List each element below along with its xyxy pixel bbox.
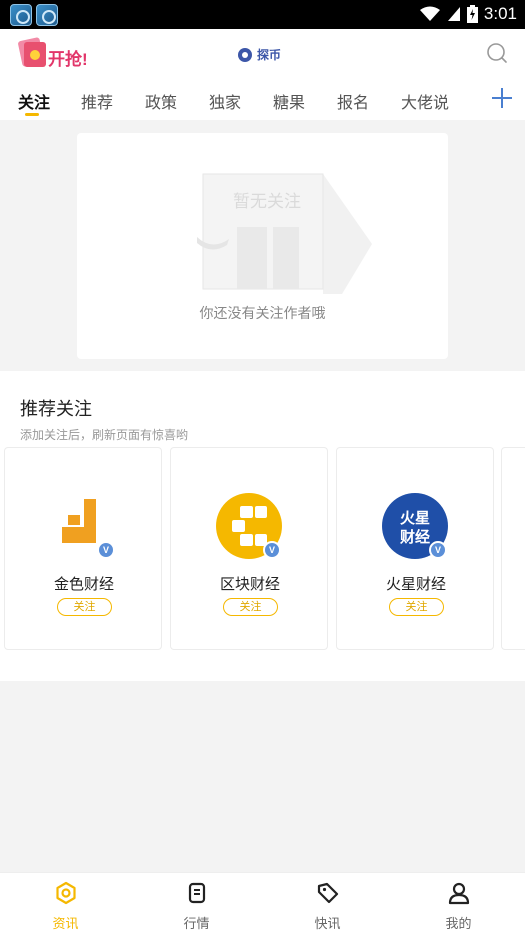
status-time: 3:01: [483, 4, 517, 23]
author-card[interactable]: 火星 财经 V 火星财经 关注: [336, 447, 494, 650]
category-tabs: 关注 推荐 政策 独家 糖果 报名 大佬说: [0, 77, 525, 120]
battery-icon: [466, 5, 478, 23]
verified-badge: V: [97, 541, 115, 559]
app-header: 开抢! 探币: [0, 29, 525, 77]
author-name: 金色财经: [53, 575, 114, 593]
recommend-section: 推荐关注 添加关注后，刷新页面有惊喜哟 V 金色财经 关注 V 区块财经 关注 …: [0, 371, 525, 681]
brand-logo-icon: [238, 47, 252, 62]
tab-follow[interactable]: 关注: [18, 89, 50, 113]
section-subtitle: 添加关注后，刷新页面有惊喜哟: [20, 428, 189, 442]
author-card[interactable]: V 金色财经 关注: [4, 447, 162, 650]
tag-icon: [317, 882, 339, 904]
bottom-navigation: 资讯 行情 快讯 我的: [0, 872, 525, 934]
author-card[interactable]: V 区块财经 关注: [170, 447, 328, 650]
svg-text:火星: 火星: [400, 509, 430, 527]
follow-button[interactable]: 关注: [223, 598, 278, 616]
nav-flash[interactable]: 快讯: [262, 873, 393, 934]
nav-flash-label: 快讯: [314, 917, 341, 932]
follow-feed: 暂无关注 你还没有关注作者哦: [0, 120, 525, 370]
notification-app-icon: [10, 4, 32, 26]
profile-icon: [448, 882, 470, 905]
empty-state-message: 你还没有关注作者哦: [199, 306, 326, 322]
nav-news-label: 资讯: [52, 917, 79, 932]
brand-logo: 探币: [238, 46, 281, 63]
nav-profile[interactable]: 我的: [393, 873, 524, 934]
tab-candy[interactable]: 糖果: [273, 89, 305, 113]
tab-exclusive[interactable]: 独家: [209, 89, 241, 113]
brand-name: 探币: [257, 48, 282, 62]
author-card-partial[interactable]: [501, 447, 525, 650]
promo-label[interactable]: 开抢!: [48, 45, 88, 70]
signal-icon: [447, 7, 460, 21]
tab-policy[interactable]: 政策: [145, 89, 177, 113]
nav-market[interactable]: 行情: [131, 873, 262, 934]
tab-recommend[interactable]: 推荐: [81, 89, 113, 113]
tab-bigshot[interactable]: 大佬说: [401, 89, 449, 113]
author-name: 区块财经: [219, 575, 280, 593]
active-tab-indicator: [25, 113, 39, 116]
market-icon: [188, 882, 206, 904]
nav-profile-label: 我的: [445, 917, 472, 932]
empty-state-card: 暂无关注 你还没有关注作者哦: [77, 133, 448, 359]
follow-button[interactable]: 关注: [389, 598, 444, 616]
section-title: 推荐关注: [20, 399, 92, 420]
nav-market-label: 行情: [183, 917, 210, 932]
add-tab-icon[interactable]: [491, 87, 513, 109]
status-bar: 3:01: [0, 0, 525, 29]
nav-news[interactable]: 资讯: [0, 873, 131, 934]
news-icon: [56, 881, 76, 905]
verified-badge: V: [429, 541, 447, 559]
wifi-icon: [419, 6, 440, 21]
notification-app-icon: [36, 4, 58, 26]
empty-illustration-text: 暂无关注: [233, 192, 301, 212]
search-icon[interactable]: [485, 41, 509, 65]
red-packet-icon[interactable]: [16, 36, 48, 68]
tab-signup[interactable]: 报名: [337, 89, 369, 113]
author-name: 火星财经: [385, 575, 446, 593]
svg-text:财经: 财经: [400, 528, 430, 546]
follow-button[interactable]: 关注: [57, 598, 112, 616]
empty-page-illustration: 暂无关注: [197, 173, 372, 294]
verified-badge: V: [263, 541, 281, 559]
